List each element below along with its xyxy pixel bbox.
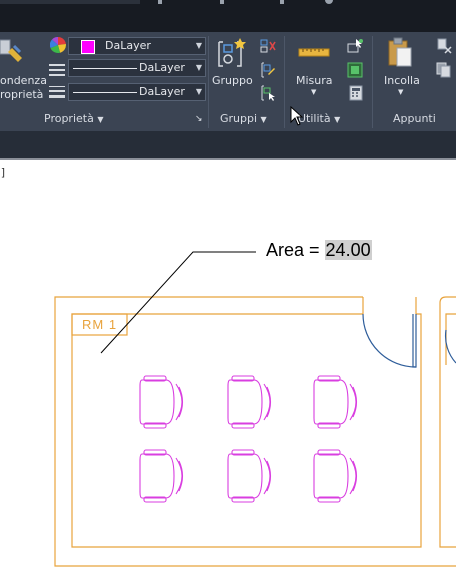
chair-6 [313, 449, 358, 503]
chevron-down-icon: ▼ [334, 115, 341, 124]
area-label: Area = [266, 240, 325, 260]
clipboard-panel-title-text: Appunti [393, 112, 436, 125]
chevron-down-icon: ▼ [195, 63, 202, 72]
groups-panel-title[interactable]: Gruppi ▼ [220, 112, 267, 126]
adjacent-room-wall [439, 296, 456, 548]
chevron-down-icon: ▼ [195, 87, 202, 96]
properties-panel-title-text: Proprietà [44, 112, 94, 125]
chair-3 [313, 375, 358, 429]
lineweight-preview-line [73, 92, 137, 93]
panel-divider [284, 36, 285, 128]
room-tag-label: RM 1 [82, 317, 118, 332]
title-bar [0, 0, 456, 32]
leader-line [100, 251, 256, 354]
quick-select-icon[interactable] [347, 38, 365, 54]
group-select-icon[interactable] [260, 85, 276, 101]
clipboard-panel-title[interactable]: Appunti [393, 112, 436, 125]
adjacent-door-arc [444, 329, 456, 364]
cut-icon[interactable] [436, 38, 452, 54]
match-properties-label-1[interactable]: ondenza [0, 74, 47, 87]
toolbar-glyphs [150, 0, 390, 5]
area-value[interactable]: 24.00 [324, 240, 372, 260]
linetype-dropdown-value: DaLayer [139, 61, 185, 74]
color-dropdown-value: DaLayer [105, 39, 151, 52]
color-dropdown[interactable]: DaLayer ▼ [68, 37, 206, 55]
group-edit-icon[interactable] [260, 62, 276, 78]
chevron-down-icon: ▼ [97, 115, 104, 124]
lineweight-dropdown-value: DaLayer [139, 85, 185, 98]
properties-panel-title[interactable]: Proprietà ▼ [44, 112, 104, 126]
area-annotation[interactable]: Area = 24.00 [266, 240, 372, 261]
measure-icon[interactable] [298, 44, 330, 58]
match-properties-icon[interactable] [0, 38, 26, 66]
chair-1 [139, 375, 184, 429]
door-leaf [412, 314, 417, 368]
ribbon-panel-title-bar [0, 131, 456, 158]
match-properties-label-2[interactable]: roprietà [0, 88, 43, 101]
panel-launcher-icon[interactable]: ↘ [195, 113, 203, 126]
chevron-down-icon[interactable]: ▼ [398, 86, 403, 99]
ungroup-icon[interactable] [260, 38, 276, 54]
chevron-down-icon[interactable]: ▼ [311, 86, 316, 99]
copy-icon[interactable] [436, 62, 452, 78]
mouse-cursor-icon [290, 105, 304, 126]
linetype-icon[interactable] [48, 62, 66, 78]
color-swatch [81, 40, 95, 54]
paste-icon[interactable] [386, 36, 414, 70]
lineweight-dropdown[interactable]: DaLayer ▼ [68, 83, 206, 101]
chevron-down-icon: ▼ [260, 115, 267, 124]
group-button-label[interactable]: Gruppo [212, 74, 253, 87]
door-swing-arc [362, 313, 417, 368]
chair-5 [227, 449, 272, 503]
floor-plan[interactable] [0, 160, 456, 584]
select-all-icon[interactable] [347, 62, 365, 78]
lineweight-icon[interactable] [48, 84, 66, 100]
chairs [139, 375, 358, 503]
color-wheel-icon[interactable] [49, 36, 66, 53]
group-icon[interactable] [216, 36, 248, 70]
linetype-dropdown[interactable]: DaLayer ▼ [68, 59, 206, 77]
chair-2 [227, 375, 272, 429]
chevron-down-icon: ▼ [195, 41, 202, 50]
linetype-preview-line [73, 68, 137, 69]
calculator-icon[interactable] [349, 85, 363, 101]
panel-divider [372, 36, 373, 128]
chair-4 [139, 449, 184, 503]
inner-wall [71, 313, 422, 548]
groups-panel-title-text: Gruppi [220, 112, 258, 125]
drawing-canvas[interactable]: ] RM 1 Area = 24.00 [0, 160, 456, 584]
title-bar-field [0, 0, 140, 4]
utilities-panel-title[interactable]: Utilità ▼ [298, 112, 340, 126]
panel-divider [208, 36, 209, 128]
